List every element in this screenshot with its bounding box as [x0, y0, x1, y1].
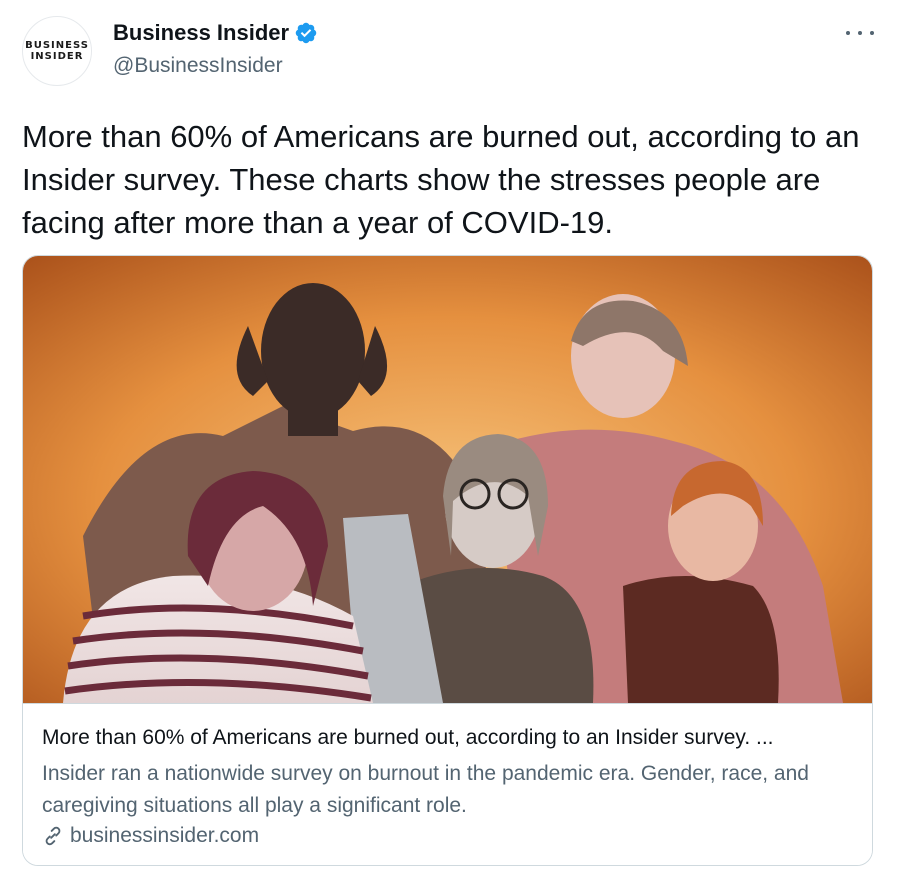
avatar-text-line1: BUSINESS — [25, 40, 89, 51]
account-handle[interactable]: @BusinessInsider — [113, 54, 283, 78]
card-image[interactable] — [23, 256, 872, 703]
tweet: BUSINESS INSIDER Business Insider @Busin… — [0, 0, 900, 887]
more-options-icon[interactable] — [846, 22, 874, 44]
author-name-row: Business Insider — [113, 20, 318, 46]
more-dot — [870, 31, 874, 35]
more-dot — [858, 31, 862, 35]
card-domain-text: businessinsider.com — [70, 824, 260, 847]
display-name[interactable]: Business Insider — [113, 20, 289, 46]
card-title[interactable]: More than 60% of Americans are burned ou… — [42, 726, 862, 750]
more-dot — [846, 31, 850, 35]
card-description: Insider ran a nationwide survey on burno… — [42, 762, 809, 817]
avatar-text-line2: INSIDER — [30, 51, 84, 62]
avatar[interactable]: BUSINESS INSIDER — [22, 16, 92, 86]
card-illustration — [23, 256, 872, 703]
card-domain[interactable]: businessinsider.com — [42, 824, 259, 848]
verified-badge-icon — [295, 22, 317, 44]
tweet-text: More than 60% of Americans are burned ou… — [22, 119, 860, 240]
card-info[interactable]: More than 60% of Americans are burned ou… — [23, 703, 872, 865]
link-icon — [45, 826, 61, 846]
link-card[interactable]: More than 60% of Americans are burned ou… — [22, 255, 873, 866]
